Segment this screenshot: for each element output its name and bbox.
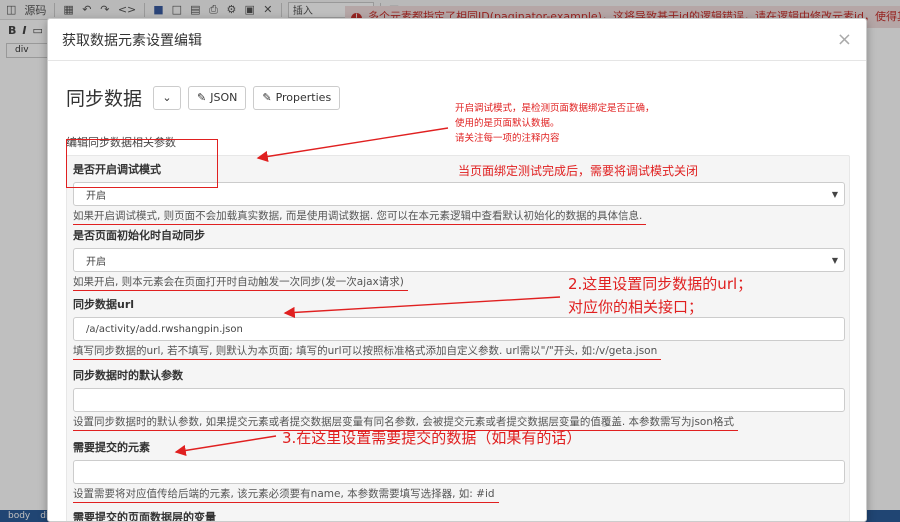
help-text: 填写同步数据的url, 若不填写, 则默认为本页面; 填写的url可以按照标准格…: [73, 344, 662, 360]
pencil-icon: ✎: [197, 91, 207, 104]
url-note: 2.这里设置同步数据的url； 对应你的相关接口；: [568, 273, 752, 319]
select-value: 开启: [86, 256, 106, 268]
section-header: 同步数据 ⌄ ✎ JSON ✎ Properties: [66, 84, 341, 111]
debug-close-note: 当页面绑定测试完成后，需要将调试模式关闭: [458, 164, 699, 178]
auto-sync-select[interactable]: 开启 ▼: [73, 248, 845, 272]
debug-mode-highlight-box: [66, 139, 218, 188]
chevron-down-icon: ⌄: [162, 91, 172, 104]
field-label: 需要提交的页面数据层的变量: [73, 511, 216, 522]
field-help: 设置需要将对应值传给后端的元素, 该元素必须要有name, 本参数需要填写选择器…: [73, 487, 845, 503]
form-panel: 是否开启调试模式 开启 ▼ 如果开启调试模式, 则页面不会加载真实数据, 而是使用…: [66, 155, 850, 522]
input-value: /a/activity/add.rwshangpin.json: [86, 323, 243, 335]
url-note-line: 2.这里设置同步数据的url；: [568, 275, 753, 293]
caret-down-icon: ▼: [831, 189, 838, 199]
properties-button-label: Properties: [275, 91, 332, 104]
field-label: 同步数据时的默认参数: [73, 369, 183, 382]
pencil-icon: ✎: [262, 91, 272, 104]
select-value: 开启: [86, 190, 106, 202]
submit-elements-input[interactable]: [73, 460, 845, 484]
submit-note: 3.在这里设置需要提交的数据（如果有的话）: [282, 429, 582, 447]
section-title: 同步数据: [66, 88, 143, 110]
field-submit-variables: 需要提交的页面数据层的变量: [73, 510, 845, 522]
default-params-input[interactable]: [73, 388, 845, 412]
field-help: 填写同步数据的url, 若不填写, 则默认为本页面; 填写的url可以按照标准格…: [73, 344, 845, 360]
json-button[interactable]: ✎ JSON: [188, 85, 247, 110]
field-help: 如果开启调试模式, 则页面不会加载真实数据, 而是使用调试数据. 您可以在本元素…: [73, 209, 845, 225]
url-note-line: 对应你的相关接口；: [568, 298, 704, 316]
sync-url-input[interactable]: /a/activity/add.rwshangpin.json: [73, 317, 845, 341]
debug-note-line: 使用的是页面默认数据。: [455, 118, 560, 129]
collapse-button[interactable]: ⌄: [153, 85, 182, 110]
close-icon[interactable]: ×: [837, 30, 852, 49]
caret-down-icon: ▼: [831, 255, 838, 265]
field-default-params: 同步数据时的默认参数 设置同步数据时的默认参数, 如果提交元素或者提交数据层变量…: [73, 368, 845, 431]
properties-button[interactable]: ✎ Properties: [253, 85, 341, 110]
field-label: 是否页面初始化时自动同步: [73, 229, 205, 242]
help-text: 设置需要将对应值传给后端的元素, 该元素必须要有name, 本参数需要填写选择器…: [73, 487, 499, 503]
debug-note-line: 请关注每一项的注释内容: [455, 133, 560, 144]
debug-note-line: 开启调试模式，是检测页面数据绑定是否正确，: [455, 103, 655, 114]
modal-title: 获取数据元素设置编辑: [62, 32, 202, 49]
modal-header: 获取数据元素设置编辑 ×: [48, 19, 866, 61]
help-text: 如果开启, 则本元素会在页面打开时自动触发一次同步(发一次ajax请求): [73, 275, 408, 291]
help-text: 如果开启调试模式, 则页面不会加载真实数据, 而是使用调试数据. 您可以在本元素…: [73, 209, 647, 225]
json-button-label: JSON: [210, 91, 238, 104]
debug-note: 开启调试模式，是检测页面数据绑定是否正确， 使用的是页面默认数据。 请关注每一项…: [455, 101, 655, 146]
